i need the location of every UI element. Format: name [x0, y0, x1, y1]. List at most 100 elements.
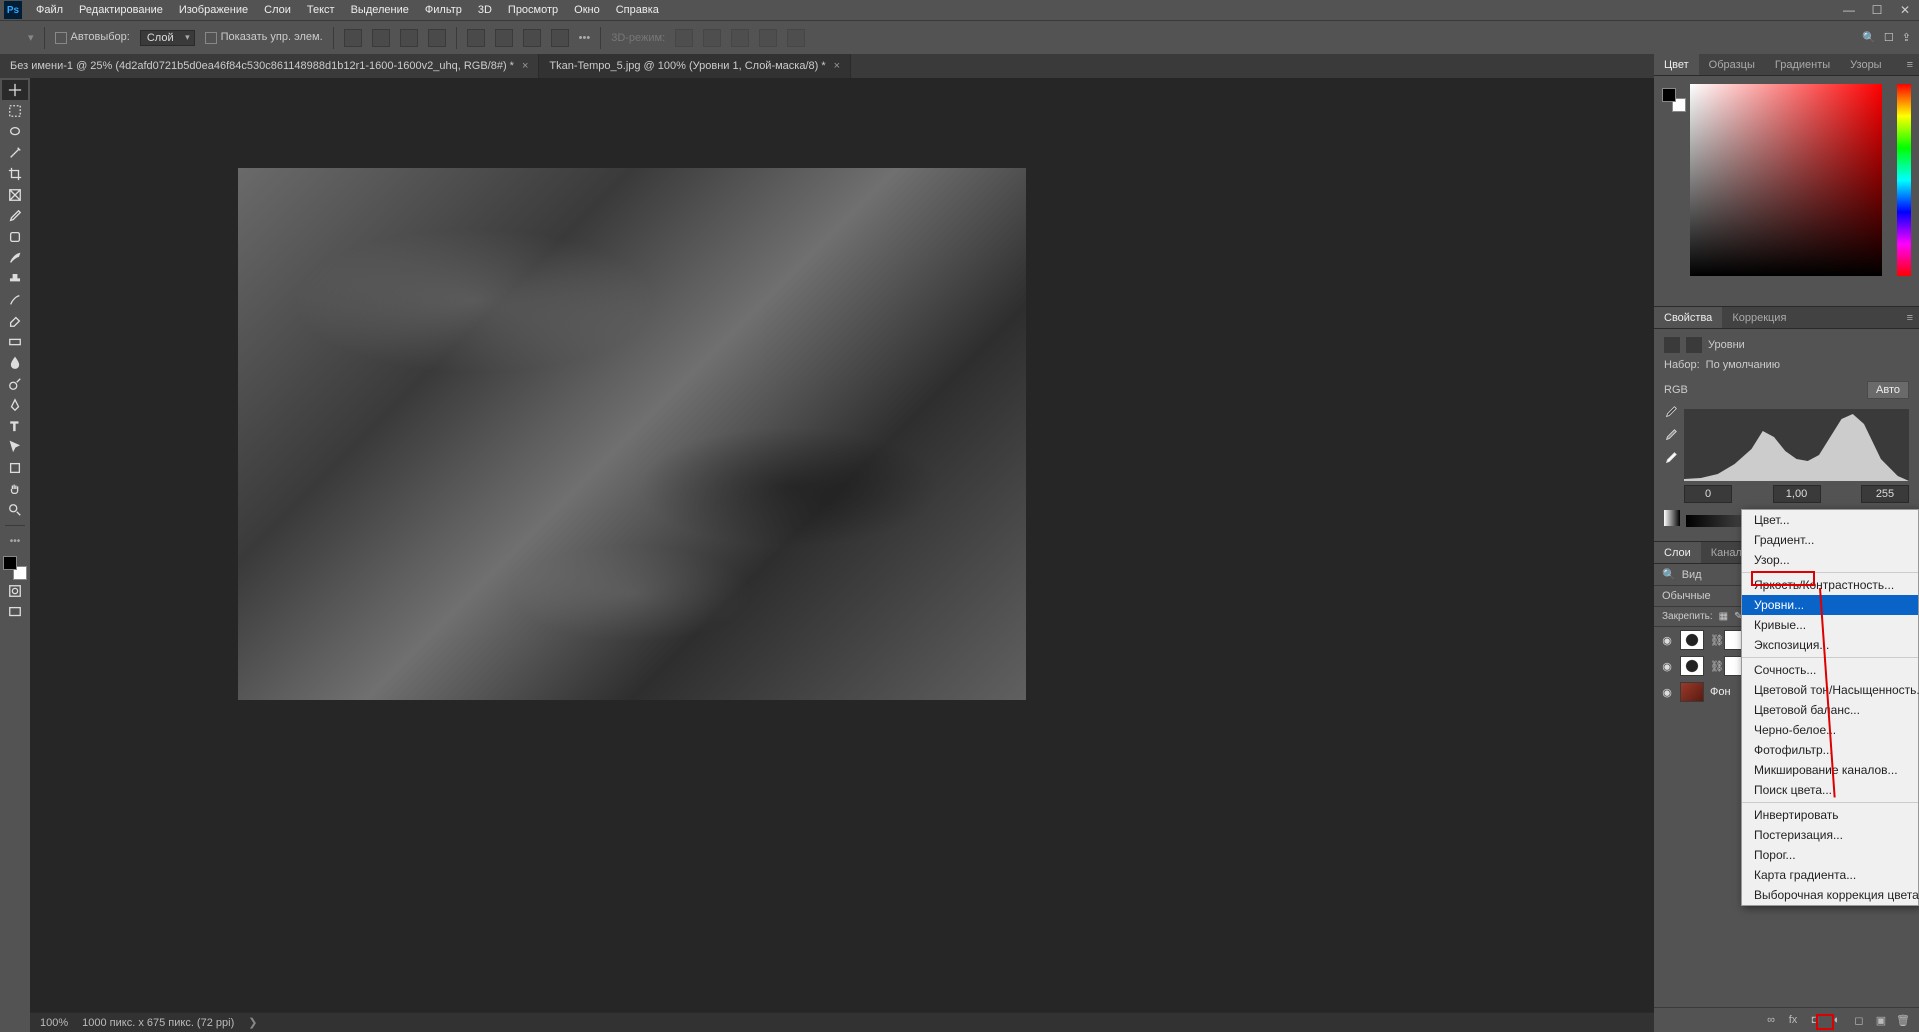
canvas[interactable]: [30, 78, 1654, 1012]
zoom-tool[interactable]: [2, 500, 28, 520]
3d-roll-icon[interactable]: [703, 29, 721, 47]
search-icon[interactable]: 🔍: [1662, 568, 1676, 581]
ctx-item-pattern[interactable]: Узор...: [1742, 550, 1918, 570]
color-fgbg[interactable]: [1662, 88, 1686, 112]
frame-tool[interactable]: [2, 185, 28, 205]
level-white-input[interactable]: [1861, 485, 1909, 503]
histogram[interactable]: [1684, 409, 1909, 481]
tab-color[interactable]: Цвет: [1654, 54, 1699, 75]
shape-tool[interactable]: [2, 458, 28, 478]
eyedropper-white-icon[interactable]: [1664, 451, 1678, 468]
blur-tool[interactable]: [2, 353, 28, 373]
tab-adjustments[interactable]: Коррекция: [1722, 307, 1796, 328]
new-layer-icon[interactable]: ▣: [1873, 1012, 1889, 1028]
ctx-item-selectivecolor[interactable]: Выборочная коррекция цвета...: [1742, 885, 1918, 905]
link-icon[interactable]: ⛓: [1710, 660, 1718, 673]
level-black-input[interactable]: [1684, 485, 1732, 503]
ctx-item-brightness[interactable]: Яркость/Контрастность...: [1742, 575, 1918, 595]
ctx-item-vibrance[interactable]: Сочность...: [1742, 660, 1918, 680]
search-icon[interactable]: 🔍: [1862, 31, 1876, 44]
ctx-item-exposure[interactable]: Экспозиция...: [1742, 635, 1918, 655]
layer-thumb[interactable]: [1680, 656, 1704, 676]
eyedropper-black-icon[interactable]: [1664, 405, 1678, 422]
hue-slider[interactable]: [1897, 84, 1911, 276]
3d-zoom-icon[interactable]: [787, 29, 805, 47]
panel-menu-icon[interactable]: ≡: [1901, 312, 1919, 324]
window-maximize-icon[interactable]: ☐: [1863, 3, 1891, 17]
level-mid-input[interactable]: [1773, 485, 1821, 503]
autoselect-target-select[interactable]: Слой: [140, 30, 195, 46]
menu-layers[interactable]: Слои: [256, 4, 299, 16]
output-wb-icon[interactable]: [1664, 510, 1680, 526]
marquee-tool[interactable]: [2, 101, 28, 121]
ctx-item-invert[interactable]: Инвертировать: [1742, 805, 1918, 825]
fx-icon[interactable]: fx: [1785, 1012, 1801, 1028]
color-field[interactable]: [1690, 84, 1882, 276]
tab-doc-1[interactable]: Без имени-1 @ 25% (4d2afd0721b5d0ea46f84…: [0, 54, 539, 78]
status-expand-icon[interactable]: ❯: [248, 1016, 257, 1029]
visibility-icon[interactable]: ◉: [1660, 660, 1674, 673]
window-close-icon[interactable]: ✕: [1891, 3, 1919, 17]
menu-select[interactable]: Выделение: [343, 4, 417, 16]
layer-thumb[interactable]: [1680, 682, 1704, 702]
eyedropper-gray-icon[interactable]: [1664, 428, 1678, 445]
zoom-level[interactable]: 100%: [40, 1017, 68, 1029]
preset-select[interactable]: По умолчанию: [1706, 359, 1909, 371]
tab-patterns[interactable]: Узоры: [1840, 54, 1891, 75]
menu-file[interactable]: Файл: [28, 4, 71, 16]
menu-view[interactable]: Просмотр: [500, 4, 566, 16]
quickmask-icon[interactable]: [2, 581, 28, 601]
dodge-tool[interactable]: [2, 374, 28, 394]
lock-pixels-icon[interactable]: ▦: [1719, 611, 1728, 622]
menu-edit[interactable]: Редактирование: [71, 4, 171, 16]
tab-swatches[interactable]: Образцы: [1699, 54, 1765, 75]
menu-help[interactable]: Справка: [608, 4, 667, 16]
group-icon[interactable]: ◻: [1851, 1012, 1867, 1028]
screenmode-icon[interactable]: [2, 602, 28, 622]
ctx-item-posterize[interactable]: Постеризация...: [1742, 825, 1918, 845]
menu-text[interactable]: Текст: [299, 4, 343, 16]
trash-icon[interactable]: 🗑: [1895, 1012, 1911, 1028]
tab-gradients[interactable]: Градиенты: [1765, 54, 1840, 75]
eraser-tool[interactable]: [2, 311, 28, 331]
workspace-icon[interactable]: ☐: [1884, 31, 1894, 44]
heal-tool[interactable]: [2, 227, 28, 247]
wand-tool[interactable]: [2, 143, 28, 163]
auto-button[interactable]: Авто: [1867, 381, 1909, 399]
lasso-tool[interactable]: [2, 122, 28, 142]
hand-tool[interactable]: [2, 479, 28, 499]
tab-properties[interactable]: Свойства: [1654, 307, 1722, 328]
pen-tool[interactable]: [2, 395, 28, 415]
text-tool[interactable]: T: [2, 416, 28, 436]
tab-close-icon[interactable]: ×: [522, 60, 528, 72]
tab-close-icon[interactable]: ×: [834, 60, 840, 72]
menu-image[interactable]: Изображение: [171, 4, 256, 16]
ctx-item-levels[interactable]: Уровни...: [1742, 595, 1918, 615]
ctx-item-colorlookup[interactable]: Поиск цвета...: [1742, 780, 1918, 800]
channel-select[interactable]: RGB: [1664, 384, 1861, 396]
window-minimize-icon[interactable]: —: [1835, 3, 1863, 17]
layer-thumb[interactable]: [1680, 630, 1704, 650]
move-tool[interactable]: [2, 80, 28, 100]
layer-name[interactable]: Фон: [1710, 686, 1731, 698]
visibility-icon[interactable]: ◉: [1660, 686, 1674, 699]
align-right-icon[interactable]: [400, 29, 418, 47]
menu-filter[interactable]: Фильтр: [417, 4, 470, 16]
ctx-item-color[interactable]: Цвет...: [1742, 510, 1918, 530]
3d-orbit-icon[interactable]: [675, 29, 693, 47]
gradient-tool[interactable]: [2, 332, 28, 352]
dist-bot-icon[interactable]: [523, 29, 541, 47]
align-justify-icon[interactable]: [428, 29, 446, 47]
crop-tool[interactable]: [2, 164, 28, 184]
share-icon[interactable]: ⇪: [1902, 31, 1911, 44]
brush-tool[interactable]: [2, 248, 28, 268]
tab-doc-2[interactable]: Tkan-Tempo_5.jpg @ 100% (Уровни 1, Слой-…: [539, 54, 851, 78]
ctx-item-gradientmap[interactable]: Карта градиента...: [1742, 865, 1918, 885]
align-center-icon[interactable]: [372, 29, 390, 47]
path-select-tool[interactable]: [2, 437, 28, 457]
autoselect-checkbox[interactable]: Автовыбор:: [55, 31, 130, 43]
ctx-item-curves[interactable]: Кривые...: [1742, 615, 1918, 635]
eyedropper-tool[interactable]: [2, 206, 28, 226]
show-controls-checkbox[interactable]: Показать упр. элем.: [205, 31, 323, 43]
ctx-item-huesat[interactable]: Цветовой тон/Насыщенность...: [1742, 680, 1918, 700]
